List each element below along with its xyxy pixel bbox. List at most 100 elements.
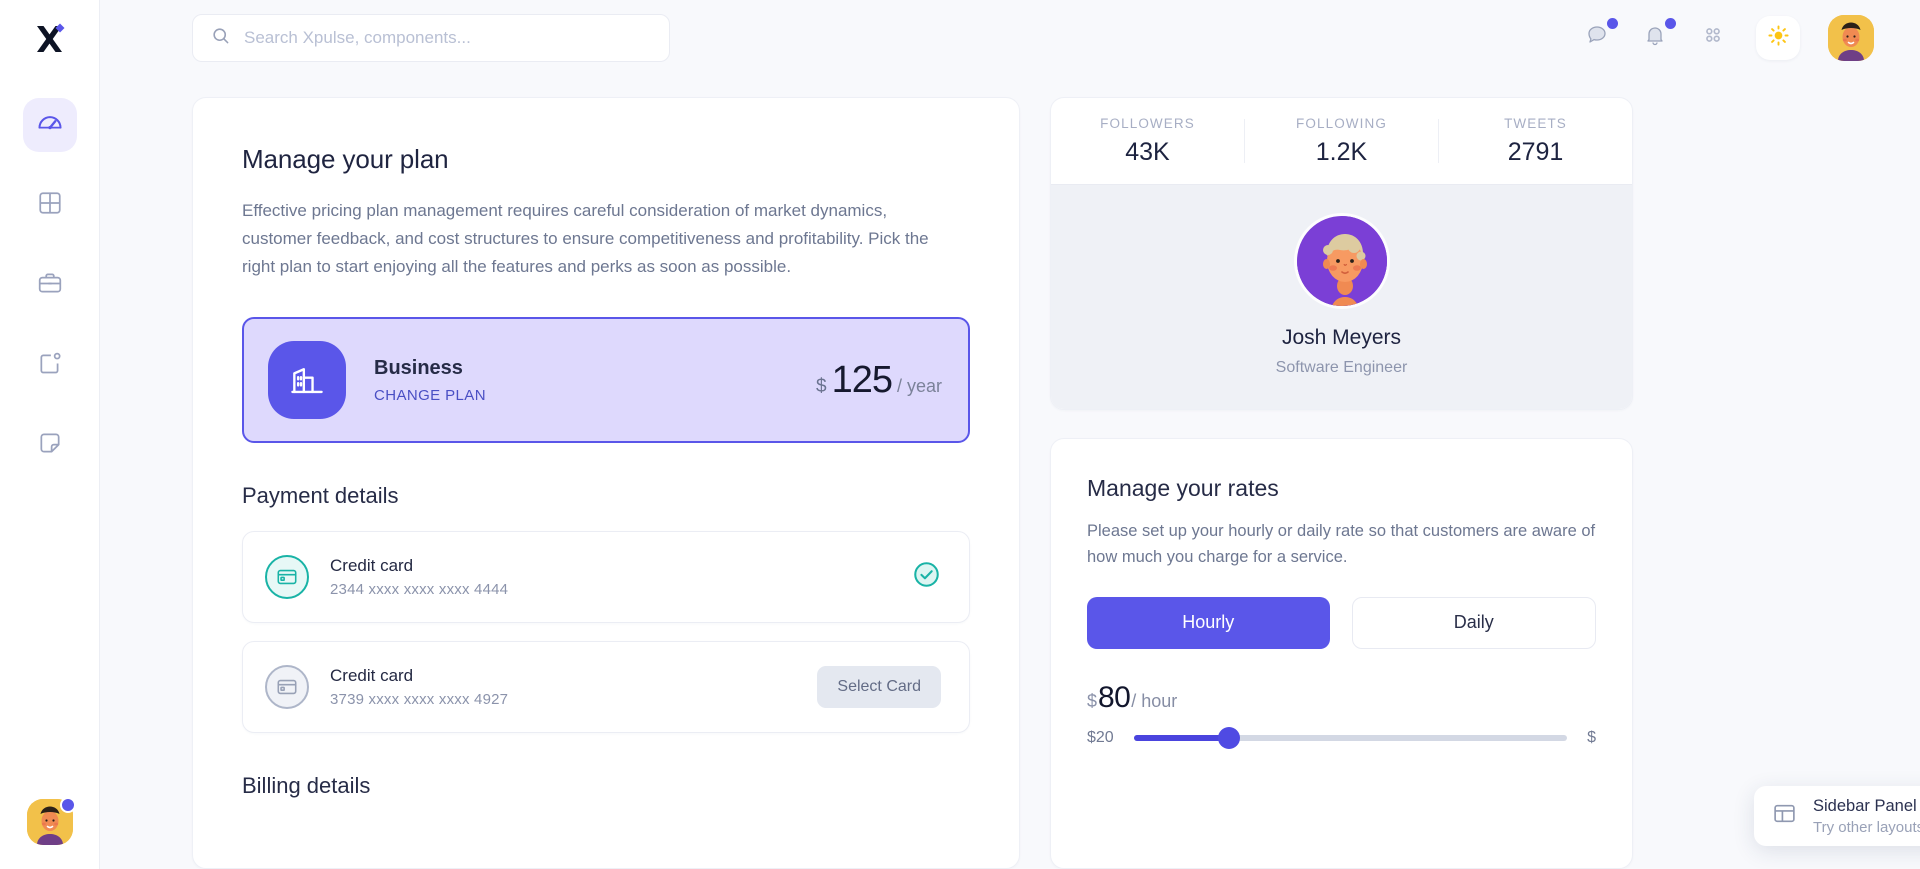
- topbar-avatar[interactable]: [1828, 15, 1874, 61]
- notification-box-icon: [37, 350, 63, 381]
- status-badge: [60, 797, 76, 813]
- stat-label: TWEETS: [1439, 116, 1632, 131]
- sidebar-panel-title: Sidebar Panel: [1813, 797, 1920, 816]
- sidebar-item-notes[interactable]: [23, 418, 77, 472]
- plan-amount: 125: [832, 359, 892, 402]
- sidebar-item-briefcase[interactable]: [23, 258, 77, 312]
- stat-following: FOLLOWING 1.2K: [1245, 116, 1438, 167]
- credit-card-icon: [265, 555, 309, 599]
- payment-card-text: Credit card 3739 xxxx xxxx xxxx 4927: [330, 666, 508, 708]
- payment-card-status: [912, 560, 941, 594]
- chat-bubble-icon: [1585, 23, 1609, 52]
- apps-button[interactable]: [1698, 23, 1728, 53]
- stat-followers: FOLLOWERS 43K: [1051, 116, 1244, 167]
- sticker-note-icon: [37, 430, 63, 461]
- payment-card-title: Credit card: [330, 666, 508, 686]
- topbar: [100, 0, 1920, 75]
- slider-thumb[interactable]: [1218, 727, 1240, 749]
- rate-period-tabs: Hourly Daily: [1087, 597, 1596, 649]
- rates-title: Manage your rates: [1087, 475, 1596, 502]
- plan-name: Business: [374, 357, 486, 380]
- payment-card-text: Credit card 2344 xxxx xxxx xxxx 4444: [330, 556, 508, 598]
- rate-value: $ 80 / hour: [1087, 681, 1596, 715]
- messages-badge: [1607, 18, 1618, 29]
- profile-card: FOLLOWERS 43K FOLLOWING 1.2K TWEETS 2791: [1050, 97, 1633, 410]
- sidebar-item-notifications[interactable]: [23, 338, 77, 392]
- notifications-badge: [1665, 18, 1676, 29]
- rate-amount: 80: [1098, 681, 1130, 715]
- tab-hourly[interactable]: Hourly: [1087, 597, 1330, 649]
- notifications-button[interactable]: [1640, 23, 1670, 53]
- plan-period: / year: [897, 376, 942, 397]
- main-area: Manage your plan Effective pricing plan …: [100, 0, 1920, 869]
- stat-value: 1.2K: [1245, 138, 1438, 167]
- select-card-button[interactable]: Select Card: [817, 666, 941, 708]
- payment-card-row[interactable]: Credit card 2344 xxxx xxxx xxxx 4444: [242, 531, 970, 623]
- sidebar-layout-icon: [1772, 801, 1797, 831]
- apps-grid-icon: [1702, 24, 1724, 51]
- sidebar-panel-text: Sidebar Panel Try other layouts: [1813, 797, 1920, 836]
- search-icon: [211, 26, 230, 50]
- left-sidebar: [0, 0, 100, 869]
- page-title: Manage your plan: [242, 144, 970, 175]
- sidebar-nav-items: [23, 98, 77, 472]
- payment-card-row[interactable]: Credit card 3739 xxxx xxxx xxxx 4927 Sel…: [242, 641, 970, 733]
- profile-name: Josh Meyers: [1051, 326, 1632, 350]
- stat-label: FOLLOWERS: [1051, 116, 1244, 131]
- plan-text: Business CHANGE PLAN: [374, 357, 486, 404]
- plan-description: Effective pricing plan management requir…: [242, 197, 954, 281]
- slider-min-label: $20: [1087, 729, 1114, 747]
- rates-description: Please set up your hourly or daily rate …: [1087, 518, 1596, 571]
- right-column: FOLLOWERS 43K FOLLOWING 1.2K TWEETS 2791: [1050, 97, 1633, 869]
- payment-details-title: Payment details: [242, 483, 970, 509]
- search-bar[interactable]: [192, 14, 670, 62]
- plan-price: $ 125 / year: [816, 359, 942, 402]
- rate-currency: $: [1087, 691, 1097, 712]
- bell-icon: [1643, 23, 1667, 52]
- credit-card-icon: [265, 665, 309, 709]
- theme-toggle-button[interactable]: [1756, 16, 1800, 60]
- manage-rates-card: Manage your rates Please set up your hou…: [1050, 438, 1633, 869]
- app-root: Manage your plan Effective pricing plan …: [0, 0, 1920, 869]
- sun-icon: [1767, 24, 1790, 52]
- grid-layout-icon: [37, 190, 63, 221]
- payment-card-number: 3739 xxxx xxxx xxxx 4927: [330, 691, 508, 708]
- payment-card-number: 2344 xxxx xxxx xxxx 4444: [330, 581, 508, 598]
- current-plan-row[interactable]: Business CHANGE PLAN $ 125 / year: [242, 317, 970, 443]
- change-plan-link[interactable]: CHANGE PLAN: [374, 387, 486, 404]
- slider-fill: [1134, 735, 1229, 741]
- plan-currency: $: [816, 376, 827, 398]
- payment-card-action: Select Card: [817, 666, 941, 708]
- profile-stats: FOLLOWERS 43K FOLLOWING 1.2K TWEETS 2791: [1051, 98, 1632, 184]
- tab-daily[interactable]: Daily: [1352, 597, 1597, 649]
- profile-body: Josh Meyers Software Engineer: [1051, 184, 1632, 409]
- briefcase-icon: [37, 270, 63, 301]
- sidebar-panel-subtitle: Try other layouts: [1813, 819, 1920, 836]
- payment-card-title: Credit card: [330, 556, 508, 576]
- dashboard-speedometer-icon: [36, 109, 64, 142]
- slider-max-label: $: [1587, 729, 1596, 747]
- check-circle-icon: [912, 560, 941, 594]
- stat-label: FOLLOWING: [1245, 116, 1438, 131]
- search-input[interactable]: [244, 28, 651, 48]
- messages-button[interactable]: [1582, 23, 1612, 53]
- stat-value: 2791: [1439, 138, 1632, 167]
- profile-role: Software Engineer: [1051, 359, 1632, 377]
- stat-value: 43K: [1051, 138, 1244, 167]
- sidebar-item-dashboard[interactable]: [23, 98, 77, 152]
- rate-slider-row: $20 $: [1087, 729, 1596, 747]
- sidebar-panel-widget[interactable]: Sidebar Panel Try other layouts: [1754, 786, 1920, 846]
- sidebar-item-grid[interactable]: [23, 178, 77, 232]
- xpulse-logo-icon[interactable]: [0, 0, 100, 75]
- content-area: Manage your plan Effective pricing plan …: [100, 75, 1920, 869]
- plan-column: Manage your plan Effective pricing plan …: [192, 97, 1020, 869]
- rate-slider[interactable]: [1134, 735, 1567, 741]
- profile-avatar: [1294, 213, 1390, 309]
- sidebar-avatar[interactable]: [27, 799, 73, 845]
- billing-details-title: Billing details: [242, 773, 970, 799]
- stat-tweets: TWEETS 2791: [1439, 116, 1632, 167]
- topbar-actions: [1582, 15, 1874, 61]
- building-icon: [268, 341, 346, 419]
- rate-period: / hour: [1131, 691, 1177, 712]
- manage-plan-card: Manage your plan Effective pricing plan …: [192, 97, 1020, 869]
